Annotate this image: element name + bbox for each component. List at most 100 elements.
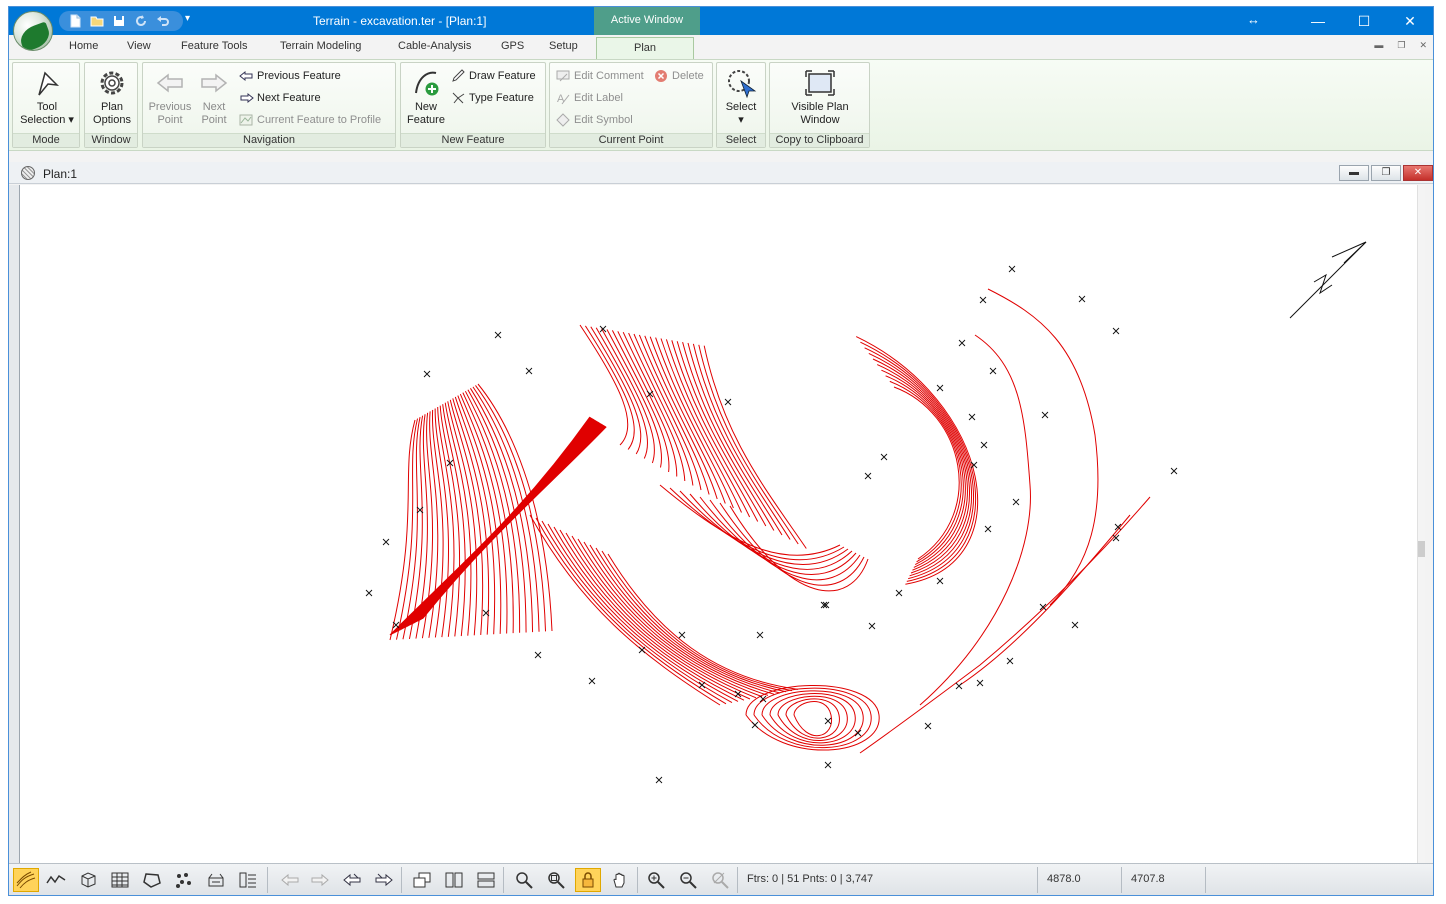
contour-line — [959, 514, 1131, 686]
delete-label: Delete — [672, 70, 704, 82]
vertical-scrollbar-thumb[interactable] — [1418, 541, 1425, 557]
window-title: Terrain - excavation.ter - [Plan:1] — [313, 14, 487, 28]
status-prev-point-icon[interactable] — [277, 868, 303, 892]
vertical-scrollbar[interactable] — [1417, 185, 1425, 863]
edit-symbol-button[interactable]: Edit Symbol — [556, 113, 633, 127]
contour-line — [855, 336, 979, 585]
mdi-close-button[interactable]: ✕ — [1419, 40, 1427, 51]
resize-arrows-icon[interactable]: ↔ — [1247, 12, 1260, 27]
status-prev-feature-icon[interactable] — [339, 868, 365, 892]
select-button[interactable]: Select ▾ — [719, 67, 763, 127]
tab-cable-analysis[interactable]: Cable-Analysis — [398, 40, 471, 52]
points-cluster-icon[interactable] — [171, 868, 197, 892]
type-feature-button[interactable]: Type Feature — [451, 91, 534, 105]
status-next-point-icon[interactable] — [307, 868, 333, 892]
previous-point-label-1: Previous — [148, 101, 192, 113]
contour-line — [669, 487, 845, 561]
tab-view[interactable]: View — [127, 40, 151, 52]
lock-icon[interactable] — [575, 868, 601, 892]
plan-canvas[interactable] — [19, 185, 1425, 863]
tile-horizontal-icon[interactable] — [473, 868, 499, 892]
status-next-feature-icon[interactable] — [371, 868, 397, 892]
tab-home[interactable]: Home — [69, 40, 98, 52]
zoom-in-icon[interactable] — [643, 868, 669, 892]
plan-window-header: Plan:1 ▬ ❐ ✕ — [9, 162, 1433, 184]
ribbon-tabs: Home View Feature Tools Terrain Modeling… — [9, 35, 1433, 61]
plan-restore-button[interactable]: ❐ — [1371, 165, 1401, 181]
status-separator — [503, 867, 504, 893]
maximize-button[interactable]: ☐ — [1341, 7, 1387, 35]
refresh-icon[interactable] — [133, 13, 149, 29]
previous-point-button[interactable]: Previous Point — [145, 67, 195, 127]
contour-line — [729, 505, 869, 592]
pan-hand-icon[interactable] — [607, 868, 633, 892]
tile-vertical-icon[interactable] — [441, 868, 467, 892]
survey-point-marker — [936, 384, 944, 392]
zoom-extents-icon[interactable] — [707, 868, 733, 892]
undo-icon[interactable] — [155, 13, 171, 29]
zoom-out-icon[interactable] — [675, 868, 701, 892]
tab-gps[interactable]: GPS — [501, 40, 524, 52]
plan-close-button[interactable]: ✕ — [1403, 165, 1433, 181]
layers-list-icon[interactable] — [235, 868, 261, 892]
plan-window-icon — [21, 166, 35, 180]
new-file-icon[interactable] — [67, 13, 83, 29]
previous-feature-button[interactable]: Previous Feature — [239, 69, 341, 83]
cascade-windows-icon[interactable] — [409, 868, 435, 892]
edit-symbol-label: Edit Symbol — [574, 114, 633, 126]
plan-options-button[interactable]: Plan Options — [88, 67, 136, 127]
svg-text:A: A — [557, 93, 565, 105]
open-folder-icon[interactable] — [89, 13, 105, 29]
status-separator — [1037, 867, 1038, 893]
tab-setup[interactable]: Setup — [549, 40, 578, 52]
contour-line — [859, 496, 1151, 754]
survey-point-marker — [854, 729, 862, 737]
customize-qat-icon[interactable]: ▾ — [185, 13, 190, 24]
table-grid-icon[interactable] — [107, 868, 133, 892]
survey-point-marker — [534, 651, 542, 659]
save-icon[interactable] — [111, 13, 127, 29]
tab-terrain-modeling[interactable]: Terrain Modeling — [280, 40, 361, 52]
new-feature-label-2: Feature — [407, 114, 445, 126]
survey-point-marker — [365, 589, 373, 597]
draw-feature-button[interactable]: Draw Feature — [451, 69, 536, 83]
current-feature-to-profile-label: Current Feature to Profile — [257, 114, 382, 126]
mdi-minimize-button[interactable]: ▬ — [1374, 40, 1383, 51]
survey-point-marker — [655, 776, 663, 784]
survey-point-marker — [895, 589, 903, 597]
app-menu-button[interactable] — [13, 11, 53, 51]
contour-line — [402, 417, 421, 640]
next-point-button[interactable]: Next Point — [195, 67, 233, 127]
survey-point-marker — [756, 631, 764, 639]
zoom-window-icon[interactable] — [543, 868, 569, 892]
cable-machine-icon[interactable] — [203, 868, 229, 892]
minimize-button[interactable]: — — [1295, 7, 1341, 35]
group-select: Select ▾ Select — [716, 62, 766, 148]
delete-button[interactable]: Delete — [654, 69, 704, 83]
mdi-restore-button[interactable]: ❐ — [1397, 40, 1405, 51]
new-feature-button[interactable]: New Feature — [403, 67, 449, 127]
tab-plan[interactable]: Plan — [596, 37, 694, 61]
next-feature-button[interactable]: Next Feature — [239, 91, 321, 105]
survey-point-marker — [880, 453, 888, 461]
edit-symbol-icon — [556, 113, 570, 127]
plan-minimize-button[interactable]: ▬ — [1339, 165, 1369, 181]
tab-feature-tools[interactable]: Feature Tools — [181, 40, 247, 52]
type-feature-icon — [452, 92, 465, 104]
tool-selection-button[interactable]: Tool Selection ▾ — [17, 67, 77, 127]
survey-point-marker — [734, 690, 742, 698]
edit-label-button[interactable]: A Edit Label — [556, 91, 623, 105]
edit-label-icon: A — [557, 93, 570, 105]
zoom-icon[interactable] — [511, 868, 537, 892]
delete-icon — [655, 70, 667, 82]
close-button[interactable]: ✕ — [1387, 7, 1433, 35]
edit-comment-button[interactable]: Edit Comment — [556, 69, 644, 83]
profile-line-icon[interactable] — [43, 868, 69, 892]
visible-plan-window-button[interactable]: Visible Plan Window — [776, 67, 864, 127]
current-feature-to-profile-button[interactable]: Current Feature to Profile — [239, 113, 381, 127]
visible-plan-window-icon — [805, 70, 835, 96]
polygon-icon[interactable] — [139, 868, 165, 892]
contours-toggle-icon[interactable] — [13, 868, 39, 892]
3d-cube-icon[interactable] — [75, 868, 101, 892]
next-point-label-2: Point — [201, 114, 227, 126]
